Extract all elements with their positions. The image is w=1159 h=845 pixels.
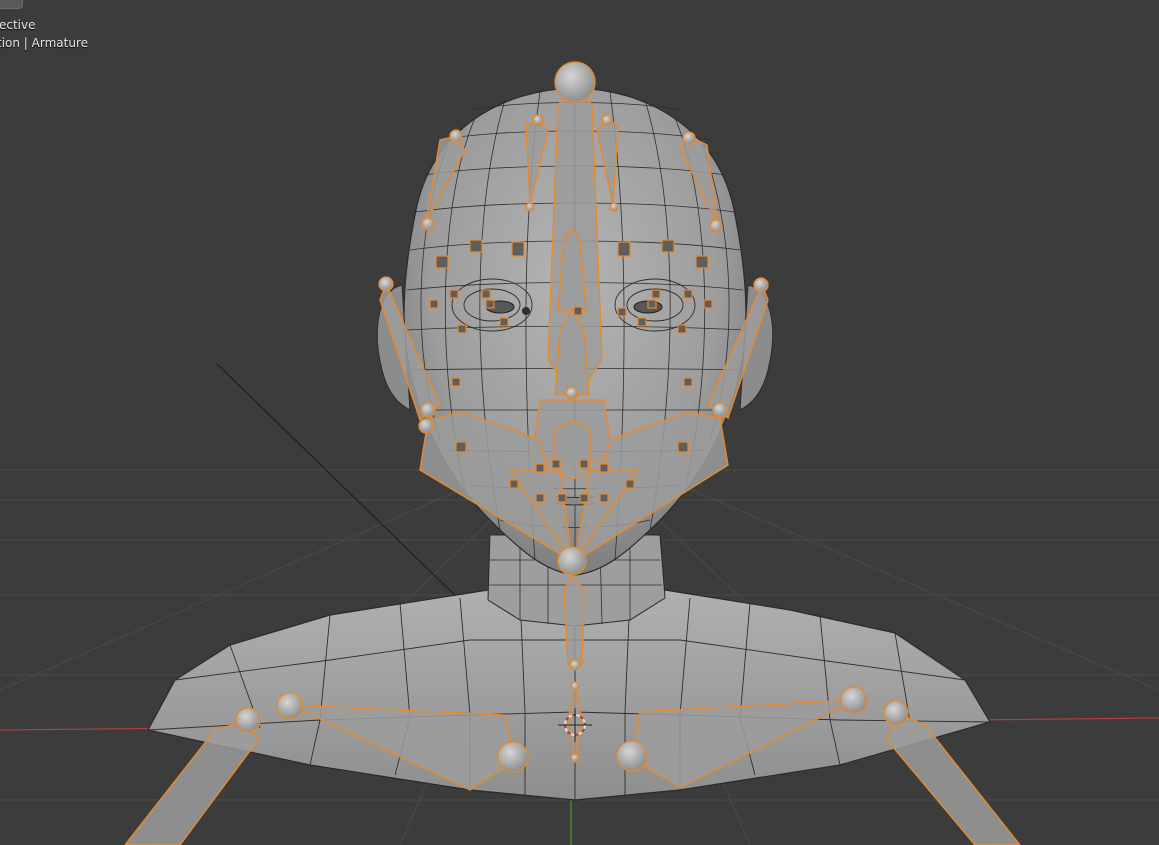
view-info-label: tion | Armature [0,36,88,50]
joint-shoulder-right[interactable] [883,700,909,726]
joint-nose-tip[interactable] [565,386,579,400]
joint-chin[interactable] [557,546,587,576]
bone-neck[interactable] [563,573,585,671]
joint-brow-left[interactable] [532,114,544,126]
joint-temple-right[interactable] [682,131,696,145]
joint-temple-right-tail[interactable] [709,219,723,233]
joint-jaw-right[interactable] [712,402,728,418]
joint-ear-left[interactable] [378,276,394,292]
joint-spine-bottom[interactable] [570,753,580,763]
joint-brow-right[interactable] [601,114,613,126]
joint-ear-right[interactable] [753,277,769,293]
joint-neck[interactable] [569,659,581,671]
joint-spine-top[interactable] [570,681,580,691]
joint-temple-left[interactable] [449,129,463,143]
3d-viewport[interactable] [0,0,1159,845]
joint-jaw-left[interactable] [420,402,436,418]
joint-shoulder-left[interactable] [235,707,261,733]
joint-brow-right-tail[interactable] [609,202,619,212]
view-type-label: ective [0,18,36,32]
joint-clavicle-right[interactable] [840,686,868,714]
joint-temple-left-tail[interactable] [421,217,435,231]
joint-jaw-left-lower[interactable] [418,418,434,434]
joint-clavicle-left-end[interactable] [497,741,529,773]
joint-clavicle-left[interactable] [276,692,304,720]
editor-type-icon[interactable] [0,0,23,9]
joint-clavicle-right-end[interactable] [616,740,648,772]
joint-brow-left-tail[interactable] [525,202,535,212]
joint-head-top[interactable] [554,61,596,103]
